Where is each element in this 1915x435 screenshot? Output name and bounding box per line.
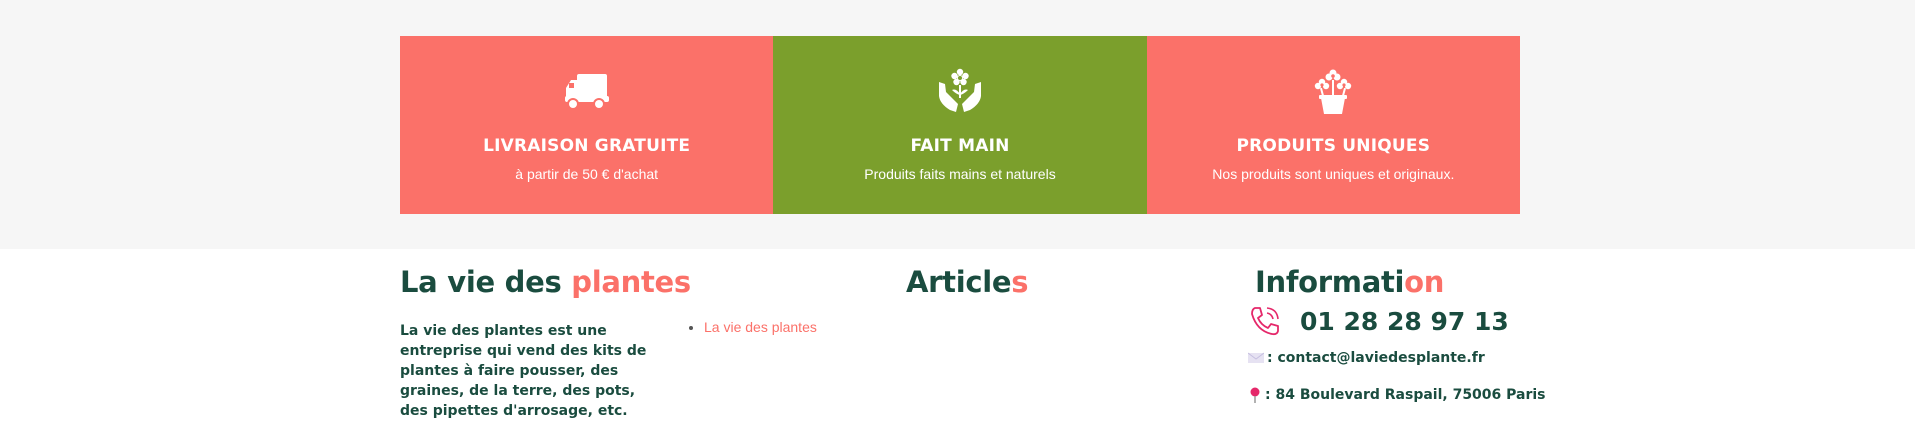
- feature-title: FAIT MAIN: [910, 136, 1010, 156]
- information-title: Information: [1255, 265, 1445, 299]
- feature-handmade: FAIT MAIN Produits faits mains et nature…: [773, 36, 1147, 214]
- feature-subtitle: Nos produits sont uniques et originaux.: [1212, 166, 1455, 182]
- envelope-icon: [1248, 352, 1264, 363]
- address-row: : 84 Boulevard Raspail, 75006 Paris: [1248, 387, 1546, 403]
- feature-subtitle: à partir de 50 € d'achat: [515, 166, 659, 182]
- email-address[interactable]: : contact@laviedesplante.fr: [1267, 350, 1485, 366]
- feature-title: PRODUITS UNIQUES: [1236, 136, 1431, 156]
- phone-number[interactable]: 01 28 28 97 13: [1300, 307, 1509, 336]
- feature-unique-products: PRODUITS UNIQUES Nos produits sont uniqu…: [1146, 36, 1520, 214]
- hands-flower-icon: [938, 68, 981, 112]
- flower-pot-icon: [1315, 69, 1352, 114]
- articles-title: Articles: [906, 265, 1029, 299]
- footer-links: La vie des plantes: [690, 319, 817, 335]
- address-text: : 84 Boulevard Raspail, 75006 Paris: [1265, 387, 1546, 403]
- email-row: : contact@laviedesplante.fr: [1248, 350, 1485, 366]
- list-item: La vie des plantes: [704, 319, 817, 335]
- about-title: La vie des plantes: [400, 265, 691, 299]
- feature-subtitle: Produits faits mains et naturels: [864, 166, 1056, 182]
- footer: La vie des plantes La vie des plantes es…: [0, 249, 1915, 435]
- phone-row: 01 28 28 97 13: [1248, 304, 1509, 338]
- feature-free-delivery: LIVRAISON GRATUITE à partir de 50 € d'ac…: [400, 36, 774, 214]
- map-pin-icon: [1250, 387, 1260, 403]
- about-text: La vie des plantes est une entreprise qu…: [400, 323, 647, 419]
- link-la-vie-des-plantes[interactable]: La vie des plantes: [704, 319, 817, 335]
- feature-title: LIVRAISON GRATUITE: [483, 136, 691, 156]
- truck-icon: [564, 74, 609, 110]
- phone-icon: [1251, 307, 1279, 336]
- features-row: LIVRAISON GRATUITE à partir de 50 € d'ac…: [400, 36, 1520, 214]
